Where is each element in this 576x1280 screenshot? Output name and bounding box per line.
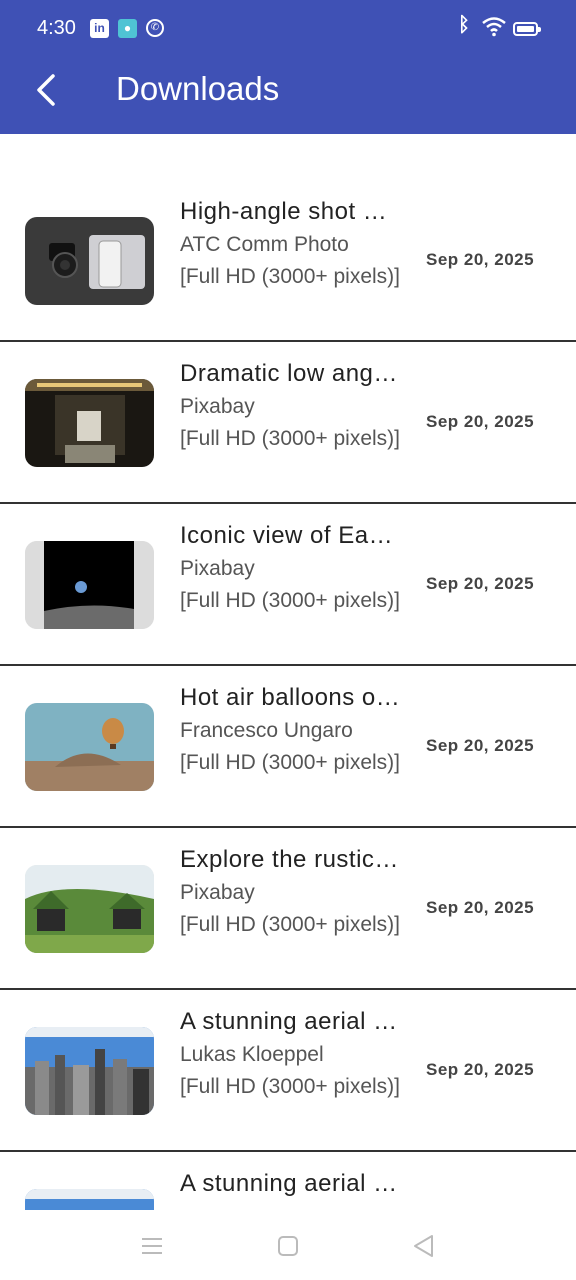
downloads-list[interactable]: High-angle shot of camera and phone ATC … [0,180,576,1210]
download-resolution: [Full HD (3000+ pixels)] [180,751,400,774]
download-resolution: [Full HD (3000+ pixels)] [180,427,400,450]
bluetooth-icon: ᛒ [458,14,470,36]
thumbnail-image [25,1027,154,1115]
download-author: Pixabay [180,881,255,904]
status-time: 4:30 [37,17,76,39]
app-notification-icon: ● [118,19,137,38]
list-item[interactable]: Explore the rustic turf houses Pixabay [… [0,828,576,990]
download-date: Sep 20, 2025 [426,898,535,917]
thumbnail-image [25,865,154,953]
download-title: Hot air balloons over landscape [180,684,400,711]
list-item[interactable]: A stunning aerial view of skyline [0,1152,576,1210]
back-triangle-icon [414,1235,433,1257]
battery-icon [513,22,541,36]
list-item[interactable]: High-angle shot of camera and phone ATC … [0,180,576,342]
download-title: A stunning aerial view of city skyline [180,1008,400,1035]
chevron-left-icon [37,74,55,106]
thumbnail-image [25,379,154,467]
download-author: Pixabay [180,557,255,580]
home-icon [278,1236,298,1256]
list-item[interactable]: Iconic view of Earth from the moon Pixab… [0,504,576,666]
whatsapp-icon: ✆ [146,19,164,37]
list-item[interactable]: Dramatic low angle view of memorial Pixa… [0,342,576,504]
download-resolution: [Full HD (3000+ pixels)] [180,1075,400,1098]
download-date: Sep 20, 2025 [426,736,535,755]
list-item[interactable]: A stunning aerial view of city skyline L… [0,990,576,1152]
download-resolution: [Full HD (3000+ pixels)] [180,589,400,612]
app-bar: 4:30 in ● ✆ ᛒ Downloads [0,0,576,134]
back-button[interactable] [26,68,66,112]
download-title: Dramatic low angle view of memorial [180,360,400,387]
download-title: High-angle shot of camera and phone [180,198,400,225]
download-title: Iconic view of Earth from the moon [180,522,400,549]
download-date: Sep 20, 2025 [426,574,535,593]
wifi-icon [482,17,506,42]
thumbnail-image [25,703,154,791]
menu-button[interactable] [138,1232,166,1260]
download-resolution: [Full HD (3000+ pixels)] [180,265,400,288]
page-title: Downloads [116,70,280,107]
linkedin-icon: in [90,19,109,38]
download-date: Sep 20, 2025 [426,1060,535,1079]
download-title: A stunning aerial view of skyline [180,1170,400,1197]
status-bar: 4:30 in ● ✆ ᛒ [0,0,576,58]
home-button[interactable] [274,1232,302,1260]
download-title: Explore the rustic turf houses [180,846,400,873]
thumbnail-image [25,1189,154,1210]
system-nav-bar [0,1210,576,1280]
download-author: Pixabay [180,395,255,418]
download-author: Lukas Kloeppel [180,1043,324,1066]
list-item[interactable]: Hot air balloons over landscape Francesc… [0,666,576,828]
download-author: ATC Comm Photo [180,233,349,256]
download-date: Sep 20, 2025 [426,250,535,269]
thumbnail-image [25,541,154,629]
download-resolution: [Full HD (3000+ pixels)] [180,913,400,936]
system-back-button[interactable] [410,1232,438,1260]
thumbnail-image [25,217,154,305]
download-date: Sep 20, 2025 [426,412,535,431]
menu-icon [142,1238,162,1254]
download-author: Francesco Ungaro [180,719,353,742]
